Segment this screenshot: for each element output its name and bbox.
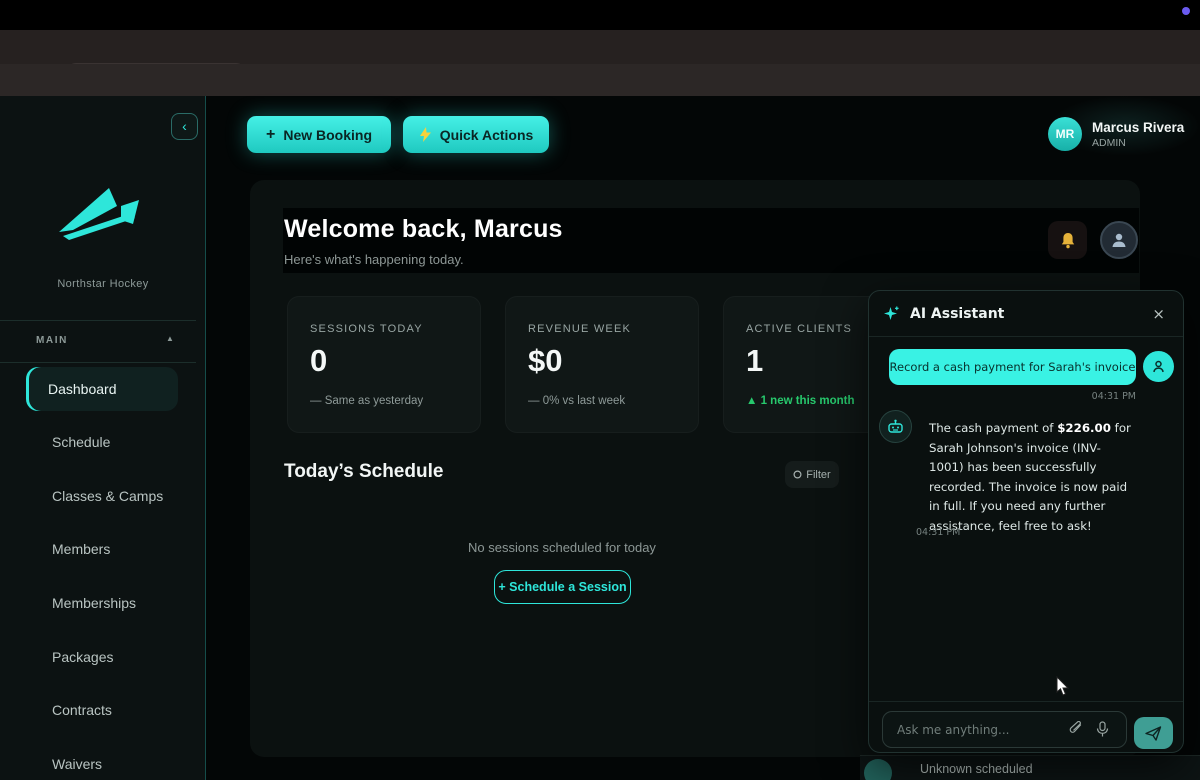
stat-value: $0	[528, 343, 562, 379]
stat-note: — Same as yesterday	[310, 395, 423, 407]
session-row-avatar	[864, 759, 892, 780]
sidebar: ‹ Northstar Hockey MAIN ▲ Dashboard Sche…	[0, 96, 206, 780]
divider	[0, 320, 196, 321]
welcome-title: Welcome back, Marcus	[284, 215, 563, 244]
send-paper-plane-icon	[1145, 726, 1162, 741]
bot-message-time: 04:31 PM	[916, 527, 960, 538]
attachment-icon[interactable]	[1069, 721, 1084, 737]
browser-tab-strip: Northstar Hockey × + ⌄	[0, 30, 1200, 64]
bot-message-text: The cash payment of $226.00 for Sarah Jo…	[929, 419, 1134, 536]
divider	[0, 362, 196, 363]
session-row-label: Unknown scheduled	[920, 762, 1033, 776]
sidebar-item-dashboard[interactable]: Dashboard	[26, 367, 178, 411]
user-message-time: 04:31 PM	[889, 391, 1136, 402]
ai-panel-header: AI Assistant ×	[869, 291, 1183, 337]
schedule-section-title: Today’s Schedule	[284, 461, 443, 483]
sidebar-item-waivers[interactable]: Waivers	[30, 749, 190, 779]
microphone-icon[interactable]	[1096, 721, 1109, 738]
sparkle-icon	[883, 305, 901, 323]
filter-icon	[793, 470, 802, 479]
sidebar-item-members[interactable]: Members	[30, 534, 190, 564]
user-role: ADMIN	[1092, 137, 1184, 149]
recording-indicator-dot	[1182, 7, 1190, 15]
northstar-logo-icon	[55, 184, 147, 242]
schedule-session-button[interactable]: + Schedule a Session	[494, 570, 631, 604]
sidebar-item-packages[interactable]: Packages	[30, 642, 190, 672]
user-message-avatar	[1143, 351, 1174, 382]
close-icon[interactable]: ×	[1148, 303, 1169, 325]
ai-assistant-panel: AI Assistant × Record a cash payment for…	[868, 290, 1184, 753]
sidebar-item-schedule[interactable]: Schedule	[30, 427, 190, 457]
welcome-subtitle: Here's what's happening today.	[284, 252, 464, 267]
stat-note: — 0% vs last week	[528, 395, 625, 407]
quick-actions-button[interactable]: Quick Actions	[403, 116, 549, 153]
filter-button[interactable]: Filter	[785, 461, 839, 488]
lightning-icon	[419, 127, 432, 142]
empty-schedule-message: No sessions scheduled for today	[283, 540, 841, 555]
ask-me-anything-input[interactable]	[882, 711, 1127, 748]
stat-label: ACTIVE CLIENTS	[746, 323, 852, 335]
ai-input-bar	[869, 701, 1183, 754]
stat-value: 1	[746, 343, 763, 379]
stat-value: 0	[310, 343, 327, 379]
user-message-bubble: Record a cash payment for Sarah's invoic…	[889, 349, 1136, 385]
menu-bar	[0, 0, 1200, 30]
mouse-cursor	[1056, 676, 1072, 698]
stat-card-revenue-week: REVENUE WEEK $0 — 0% vs last week	[505, 296, 699, 433]
user-name: Marcus Rivera	[1092, 120, 1184, 135]
sidebar-item-classes-camps[interactable]: Classes & Camps	[30, 481, 190, 511]
person-icon	[1110, 231, 1128, 249]
ai-panel-title: AI Assistant	[910, 306, 1139, 322]
sidebar-section-label: MAIN	[36, 335, 68, 346]
stat-label: REVENUE WEEK	[528, 323, 631, 335]
bot-message-prefix: The cash payment of	[929, 421, 1057, 435]
bell-icon	[1060, 232, 1076, 249]
stat-card-sessions-today: SESSIONS TODAY 0 — Same as yesterday	[287, 296, 481, 433]
user-avatar: MR	[1048, 117, 1082, 151]
filter-label: Filter	[806, 469, 830, 481]
bot-avatar	[879, 410, 912, 443]
stat-label: SESSIONS TODAY	[310, 323, 423, 335]
sidebar-item-contracts[interactable]: Contracts	[30, 695, 190, 725]
robot-icon	[887, 419, 904, 434]
stat-note: ▲ 1 new this month	[746, 395, 855, 407]
plus-icon: +	[266, 126, 275, 144]
bot-message-amount: $226.00	[1057, 421, 1111, 435]
browser-toolbar: ← → ⟳ app.aifacilitymanager.com/dashboar…	[0, 64, 1200, 96]
new-booking-button[interactable]: + New Booking	[247, 116, 391, 153]
sidebar-item-memberships[interactable]: Memberships	[30, 588, 190, 618]
screen: Northstar Hockey × + ⌄ ← → ⟳ app.aifacil…	[0, 0, 1200, 780]
background-session-row: Unknown scheduled	[860, 755, 1200, 780]
new-booking-label: New Booking	[283, 127, 372, 143]
profile-button[interactable]	[1100, 221, 1138, 259]
quick-actions-label: Quick Actions	[440, 127, 534, 143]
org-name: Northstar Hockey	[0, 278, 206, 290]
current-user-chip[interactable]: MR Marcus Rivera ADMIN	[1048, 117, 1184, 151]
notifications-button[interactable]	[1048, 221, 1087, 259]
person-icon	[1151, 359, 1166, 374]
section-collapse-icon[interactable]: ▲	[166, 334, 174, 343]
send-button[interactable]	[1134, 717, 1173, 749]
sidebar-collapse-button[interactable]: ‹	[171, 113, 198, 140]
bot-message-suffix: for Sarah Johnson's invoice (INV-1001) h…	[929, 421, 1131, 533]
